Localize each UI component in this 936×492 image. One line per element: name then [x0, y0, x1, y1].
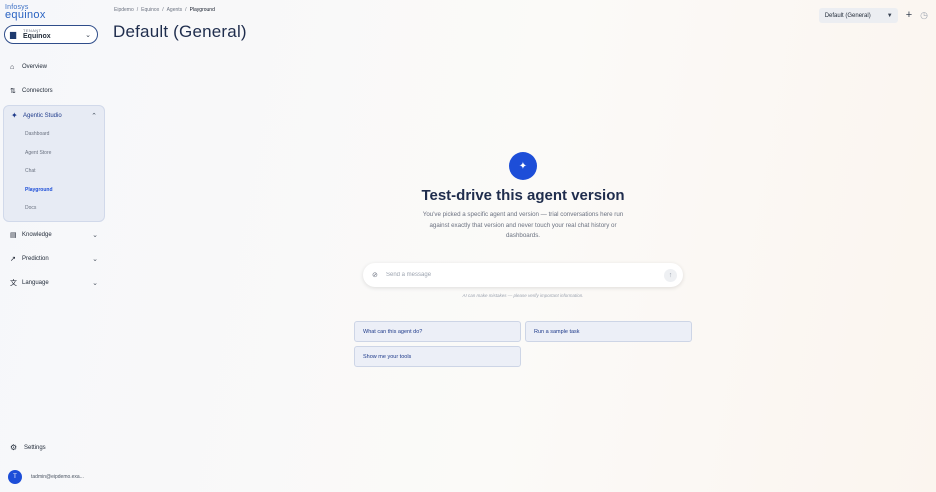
- chevron-up-icon: ⌃: [91, 112, 97, 120]
- sidebar-subitem-agent-store[interactable]: Agent Store: [4, 144, 104, 163]
- chevron-down-icon: ⌄: [92, 232, 98, 239]
- home-icon: ⌂: [10, 63, 15, 71]
- chevron-down-icon: ⌄: [92, 280, 98, 287]
- suggestion-chip[interactable]: Run a sample task: [525, 321, 692, 342]
- history-icon[interactable]: ◷: [920, 10, 928, 21]
- main-content: Eipdemo / Equinox / Agents / Playground Defaul…: [108, 0, 936, 492]
- sidebar-subitem-dashboard[interactable]: Dashboard: [4, 125, 104, 144]
- brand-line2: equinox: [5, 9, 46, 21]
- sidebar-item-settings[interactable]: ⚙ Settings: [10, 443, 46, 452]
- trend-icon: ↗: [10, 256, 16, 263]
- brand-logo[interactable]: Infosys equinox: [5, 4, 46, 21]
- sidebar-subitem-playground[interactable]: Playground: [4, 181, 104, 200]
- add-icon[interactable]: +: [906, 10, 912, 21]
- sidebar-item-agentic-studio[interactable]: ✦ Agentic Studio ⌃: [4, 106, 104, 125]
- ai-disclaimer: AI can make mistakes — please verify imp…: [462, 293, 584, 298]
- sidebar-item-label: Prediction: [22, 256, 49, 262]
- sidebar-item-label: Settings: [24, 444, 46, 451]
- translate-icon: 文: [10, 280, 17, 287]
- chevron-down-icon: ⌄: [85, 31, 91, 39]
- sidebar-group-agentic-studio: ✦ Agentic Studio ⌃ Dashboard Agent Store…: [3, 105, 105, 222]
- breadcrumb-item[interactable]: Eipdemo: [114, 7, 134, 13]
- message-composer: ⊘ ↑: [363, 263, 683, 287]
- suggestion-chip[interactable]: What can this agent do?: [354, 321, 521, 342]
- hero-subtitle: You've picked a specific agent and versi…: [422, 211, 624, 239]
- breadcrumb: Eipdemo / Equinox / Agents / Playground: [114, 7, 215, 13]
- send-icon[interactable]: ↑: [664, 268, 677, 282]
- app-root: Infosys equinox ▆ TENANT Equinox ⌄ ⌂ Ove…: [0, 0, 936, 492]
- caret-down-icon: ▼: [886, 12, 893, 19]
- sidebar-subitem-docs[interactable]: Docs: [4, 199, 104, 218]
- sidebar-item-connectors[interactable]: ⇅ Connectors: [3, 82, 105, 100]
- book-icon: ▤: [10, 232, 17, 239]
- sidebar-item-label: Knowledge: [22, 232, 52, 238]
- sidebar-item-knowledge[interactable]: ▤ Knowledge ⌄: [3, 226, 105, 244]
- breadcrumb-item[interactable]: Agents: [167, 7, 183, 13]
- message-input[interactable]: [386, 272, 664, 278]
- page-title: Default (General): [113, 22, 247, 41]
- toolbar: Default (General) ▼ + ◷: [818, 8, 928, 23]
- breadcrumb-current: Playground: [189, 7, 215, 13]
- chevron-down-icon: ⌄: [92, 256, 98, 263]
- sparkle-icon: ✦: [11, 111, 18, 120]
- user-profile[interactable]: T tadmin@eipdemo.exa...: [8, 470, 84, 484]
- breadcrumb-item[interactable]: Equinox: [141, 7, 159, 13]
- sidebar-item-label: Overview: [22, 64, 48, 70]
- sidebar-item-overview[interactable]: ⌂ Overview: [3, 58, 105, 76]
- nav-primary: ⌂ Overview ⇅ Connectors: [3, 58, 105, 100]
- version-select[interactable]: Default (General) ▼: [818, 8, 898, 23]
- tenant-text: TENANT Equinox: [23, 29, 85, 41]
- nav-secondary: ▤ Knowledge ⌄ ↗ Prediction ⌄ 文 Language …: [3, 226, 105, 292]
- sidebar-subitem-chat[interactable]: Chat: [4, 162, 104, 181]
- building-icon: ▆: [10, 30, 17, 39]
- sidebar: Infosys equinox ▆ TENANT Equinox ⌄ ⌂ Ove…: [0, 0, 108, 492]
- attachment-icon[interactable]: ⊘: [372, 271, 386, 279]
- sidebar-item-language[interactable]: 文 Language ⌄: [3, 274, 105, 292]
- tenant-value: Equinox: [23, 33, 51, 40]
- user-email: tadmin@eipdemo.exa...: [31, 474, 84, 480]
- sidebar-item-label: Agentic Studio: [23, 112, 62, 119]
- tenant-selector[interactable]: ▆ TENANT Equinox ⌄: [4, 25, 98, 44]
- avatar: T: [8, 470, 22, 484]
- suggestion-chip[interactable]: Show me your tools: [354, 346, 521, 367]
- sparkle-icon: ✦: [509, 152, 537, 180]
- hero-title: Test-drive this agent version: [421, 187, 625, 204]
- sidebar-item-label: Language: [22, 280, 49, 286]
- version-select-value: Default (General): [824, 12, 871, 19]
- sidebar-item-prediction[interactable]: ↗ Prediction ⌄: [3, 250, 105, 268]
- sidebar-item-label: Connectors: [22, 88, 53, 94]
- connectors-icon: ⇅: [10, 88, 16, 95]
- gear-icon: ⚙: [10, 443, 18, 452]
